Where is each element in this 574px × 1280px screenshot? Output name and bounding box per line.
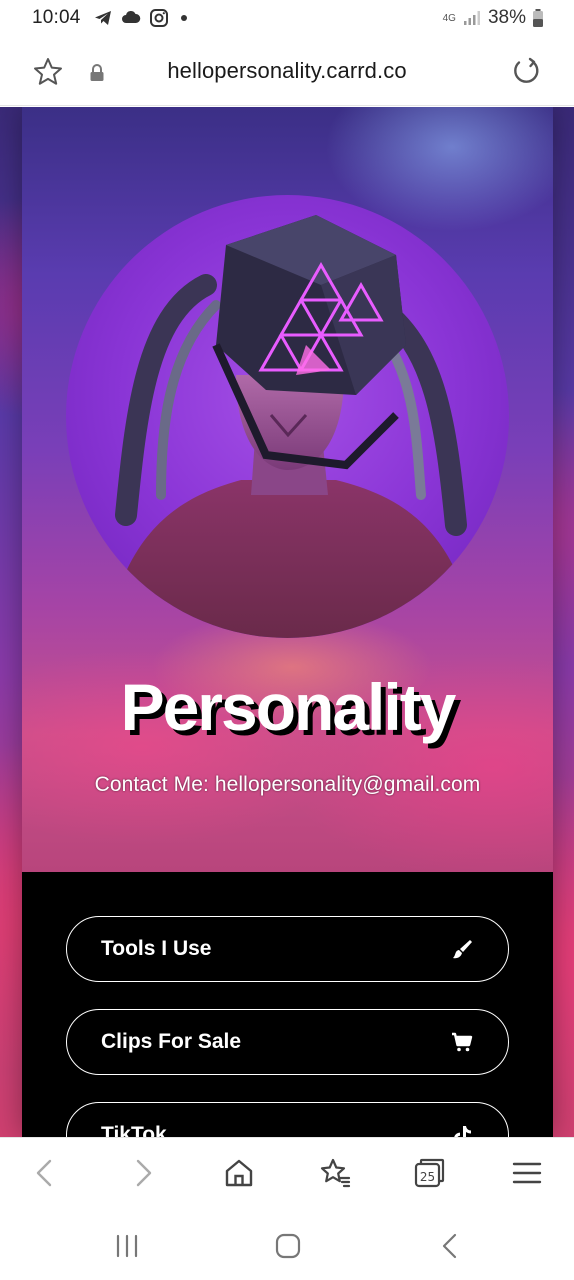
paintbrush-icon (453, 940, 472, 959)
tools-i-use-button[interactable]: Tools I Use (66, 916, 509, 982)
telegram-icon (94, 11, 111, 25)
back-button[interactable] (28, 1156, 62, 1190)
chevron-left-icon (36, 1159, 52, 1187)
link-label: Clips For Sale (101, 1030, 242, 1053)
tab-count: 25 (420, 1170, 435, 1184)
battery-percent: 38% (487, 7, 526, 28)
reload-icon[interactable] (510, 56, 542, 88)
recent-apps-icon (116, 1234, 138, 1258)
lock-icon (90, 64, 104, 81)
recent-apps-button[interactable] (112, 1231, 142, 1261)
profile-card: Personality Contact Me: hellopersonality… (22, 107, 553, 1137)
system-back-button[interactable] (435, 1231, 465, 1261)
signal-icon (463, 11, 480, 25)
profile-avatar (66, 195, 509, 638)
bookmarks-button[interactable] (318, 1156, 352, 1190)
battery-icon (533, 9, 543, 27)
home-button[interactable] (222, 1156, 256, 1190)
avatar-illustration (106, 215, 476, 638)
forward-button[interactable] (126, 1156, 160, 1190)
instagram-icon (149, 9, 168, 27)
clock: 10:04 (32, 7, 81, 28)
url-text[interactable]: hellopersonality.carrd.co (120, 58, 454, 84)
network-type: 4G (442, 12, 456, 24)
address-bar: hellopersonality.carrd.co (0, 36, 574, 106)
tabs-icon: 25 (414, 1158, 445, 1188)
menu-button[interactable] (510, 1156, 544, 1190)
system-navigation-bar (0, 1209, 574, 1280)
cloud-icon (121, 10, 140, 23)
contact-text[interactable]: Contact Me: hellopersonality@gmail.com (22, 773, 553, 797)
tiktok-button[interactable]: TikTok (66, 1102, 509, 1137)
browser-toolbar: 25 (0, 1137, 574, 1209)
clips-for-sale-button[interactable]: Clips For Sale (66, 1009, 509, 1075)
system-home-icon (275, 1233, 301, 1259)
home-icon (225, 1159, 253, 1187)
tabs-button[interactable]: 25 (412, 1156, 446, 1190)
page-title: Personality (120, 670, 457, 744)
hamburger-menu-icon (512, 1162, 542, 1184)
link-label: Tools I Use (101, 937, 212, 960)
system-back-icon (442, 1233, 457, 1259)
favorite-star-icon[interactable] (32, 56, 64, 88)
bookmarks-star-icon (320, 1158, 351, 1188)
tiktok-icon (454, 1126, 471, 1137)
chevron-right-icon (136, 1159, 152, 1187)
cart-icon (452, 1032, 473, 1052)
link-label: TikTok (101, 1123, 167, 1137)
links-section: Tools I Use Clips For Sale TikTok (22, 872, 553, 1137)
notification-dot (180, 15, 187, 21)
status-bar: 10:04 4G 38% (0, 0, 574, 36)
hero-section: Personality Contact Me: hellopersonality… (22, 107, 553, 872)
system-home-button[interactable] (273, 1231, 303, 1261)
web-viewport[interactable]: Personality Contact Me: hellopersonality… (0, 107, 574, 1137)
